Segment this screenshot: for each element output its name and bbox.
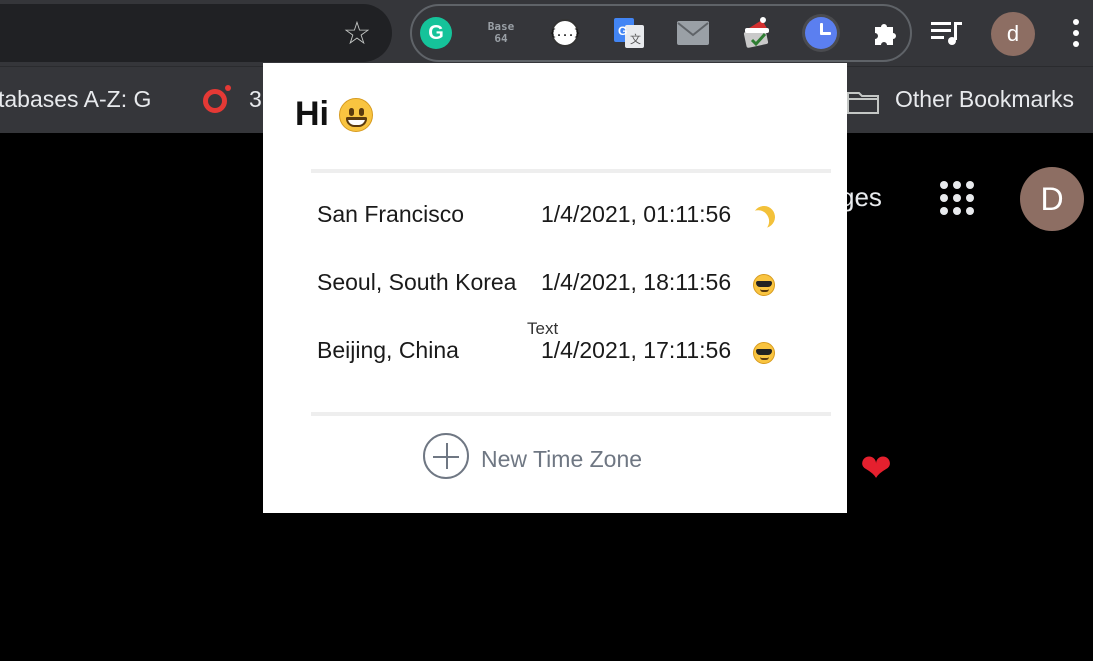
address-bar[interactable]: [0, 4, 392, 62]
grammarly-extension-button[interactable]: G: [417, 14, 455, 52]
other-bookmarks[interactable]: Other Bookmarks: [895, 86, 1074, 113]
svg-text:文: 文: [630, 32, 641, 46]
extensions-puzzle-button[interactable]: [866, 14, 904, 52]
timezone-city: San Francisco: [317, 201, 465, 227]
json-formatter-extension-button[interactable]: {...}: [546, 14, 584, 52]
mail-extension-button[interactable]: [674, 14, 712, 52]
envelope-icon: [677, 21, 709, 45]
bookmark-opera[interactable]: 3: [249, 86, 262, 113]
christmas-extension-button[interactable]: [738, 14, 776, 52]
sunglasses-face-icon: [753, 342, 775, 364]
playlist-music-icon: [931, 22, 962, 45]
hover-tooltip: Text: [527, 319, 559, 338]
folder-icon: [847, 92, 879, 114]
apps-grid-icon[interactable]: [940, 181, 974, 215]
grammarly-icon: G: [420, 17, 452, 49]
timezone-city: Seoul, South Korea: [317, 269, 517, 295]
plus-circle-icon: [423, 433, 469, 479]
timezone-city: Beijing, China: [317, 337, 459, 363]
time-zone-extension-button[interactable]: [802, 14, 840, 52]
heart-icon: ❤: [860, 446, 892, 490]
puzzle-icon: [875, 24, 896, 45]
timezone-row[interactable]: Seoul, South Korea 1/4/2021, 18:11:56: [317, 269, 807, 303]
timezone-time: 1/4/2021, 17:11:56: [541, 337, 732, 363]
clock-icon: [805, 17, 837, 49]
opera-icon-dot: [225, 85, 231, 91]
timezone-time: 1/4/2021, 18:11:56: [541, 269, 732, 295]
opera-icon: [203, 89, 227, 113]
browser-window: ☆ G Base 64 {...} G 文 d tabases A-Z: G 3…: [0, 0, 1093, 661]
top-divider: [311, 169, 831, 173]
moon-icon: [750, 203, 778, 231]
account-avatar[interactable]: D: [1020, 167, 1084, 231]
base64-icon: Base 64: [487, 20, 515, 45]
timezone-time: 1/4/2021, 01:11:56: [541, 201, 732, 227]
google-translate-extension-button[interactable]: G 文: [610, 14, 648, 52]
json-braces-icon: {...}: [550, 19, 580, 47]
media-control-button[interactable]: [928, 14, 966, 52]
bookmark-databases[interactable]: tabases A-Z: G: [0, 86, 151, 113]
bottom-divider: [311, 412, 831, 416]
timezone-row[interactable]: San Francisco 1/4/2021, 01:11:56: [317, 201, 807, 235]
sunglasses-face-icon: [753, 274, 775, 296]
more-menu-icon[interactable]: [1064, 14, 1088, 52]
grinning-face-icon: [339, 97, 373, 132]
greeting-text: Hi: [295, 95, 329, 133]
new-time-zone-label: New Time Zone: [481, 445, 643, 472]
svg-text:G: G: [618, 24, 627, 38]
greeting: Hi: [295, 95, 373, 134]
time-zone-popup: Hi San Francisco 1/4/2021, 01:11:56 Seou…: [263, 63, 847, 513]
bookmark-star-icon[interactable]: ☆: [338, 14, 376, 52]
translate-icon: G 文: [614, 18, 644, 48]
base64-extension-button[interactable]: Base 64: [482, 14, 520, 52]
profile-avatar-button[interactable]: d: [991, 12, 1035, 56]
santa-hat-icon: [743, 17, 769, 48]
new-time-zone-button[interactable]: New Time Zone: [423, 433, 642, 479]
timezone-row[interactable]: Beijing, China 1/4/2021, 17:11:56: [317, 337, 807, 371]
browser-toolbar: ☆ G Base 64 {...} G 文 d: [0, 0, 1093, 66]
